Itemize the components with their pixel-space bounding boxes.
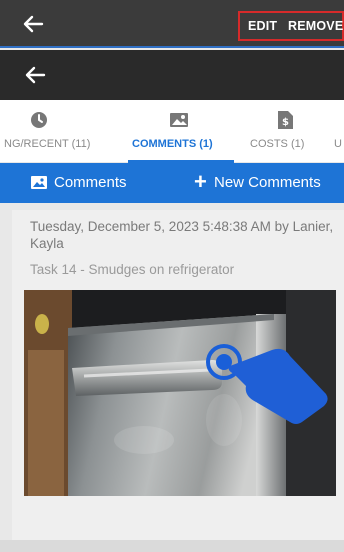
tab-more[interactable]: U <box>330 100 344 162</box>
back-arrow-icon[interactable] <box>24 65 46 85</box>
clock-icon <box>31 112 47 128</box>
remove-button[interactable]: REMOVE <box>288 19 343 33</box>
tab-costs-label: COSTS (1) <box>250 138 305 150</box>
edit-button[interactable]: EDIT <box>248 19 277 33</box>
svg-text:$: $ <box>282 117 289 128</box>
refrigerator-photo[interactable] <box>24 290 336 496</box>
tab-recent-label: NG/RECENT (11) <box>4 138 91 150</box>
comments-toolbar: Comments + New Comments <box>0 163 344 203</box>
refrigerator-photo-image <box>24 290 336 496</box>
tab-comments[interactable]: COMMENTS (1) <box>128 100 234 162</box>
comment-task: Task 14 - Smudges on refrigerator <box>30 262 235 277</box>
comment-meta: Tuesday, December 5, 2023 5:48:38 AM by … <box>30 219 334 251</box>
tab-costs[interactable]: $ COSTS (1) <box>246 100 322 162</box>
comments-title: Comments <box>54 174 127 191</box>
image-icon <box>31 176 47 189</box>
tab-recent[interactable]: NG/RECENT (11) <box>0 100 120 162</box>
tab-more-label: U <box>334 138 342 150</box>
back-arrow-icon[interactable] <box>22 14 44 34</box>
document-dollar-icon: $ <box>278 111 293 129</box>
secondary-app-bar <box>0 50 344 100</box>
top-app-bar: EDIT REMOVE <box>0 0 344 48</box>
plus-icon[interactable]: + <box>194 169 207 195</box>
image-icon <box>170 113 188 127</box>
tab-comments-label: COMMENTS (1) <box>132 138 213 150</box>
bottom-strip <box>0 540 344 552</box>
edit-remove-highlight: EDIT REMOVE <box>238 11 344 41</box>
tab-bar: NG/RECENT (11) COMMENTS (1) $ COSTS (1) … <box>0 100 344 163</box>
new-comments-button[interactable]: New Comments <box>214 174 321 191</box>
